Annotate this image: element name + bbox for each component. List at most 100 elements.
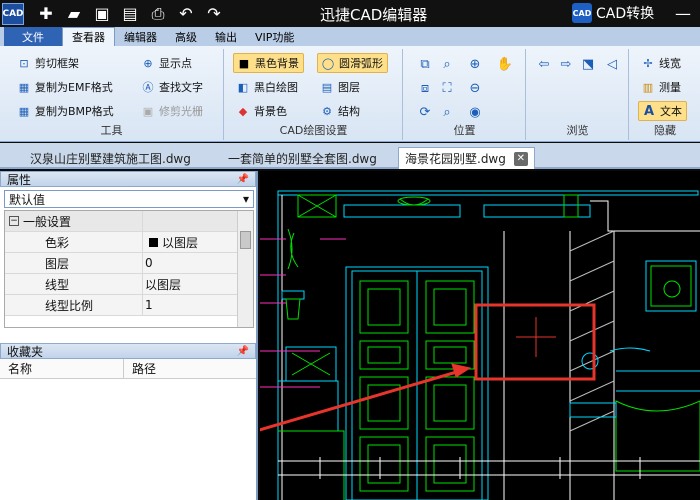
plant bbox=[287, 228, 299, 270]
pin-icon[interactable]: 📌 bbox=[237, 174, 249, 185]
bg-color-icon: ◆ bbox=[238, 104, 248, 118]
bw-drawing-button[interactable]: ◧ 黑白绘图 bbox=[235, 77, 298, 97]
measure-icon: ▥ bbox=[642, 80, 654, 94]
property-row[interactable]: 色彩 以图层 bbox=[5, 232, 253, 253]
cad-settings-group-label: CAD绘图设置 bbox=[279, 124, 348, 137]
minimize-button[interactable]: — bbox=[668, 2, 698, 24]
doc-tab-1[interactable]: 汉泉山庄别墅建筑施工图.dwg bbox=[24, 147, 197, 169]
show-point-button[interactable]: ⊕ 显示点 bbox=[140, 53, 192, 73]
category-label: 一般设置 bbox=[23, 214, 72, 229]
copy-bmp-button[interactable]: ▦ 复制为BMP格式 bbox=[16, 101, 114, 121]
copy-emf-button[interactable]: ▦ 复制为EMF格式 bbox=[16, 77, 113, 97]
position-group-label: 位置 bbox=[453, 124, 476, 137]
title-bar: CAD ✚ ▰ ▣ ▤ ⎙ ↶ ↷ 迅捷CAD编辑器 CAD CAD转换 — bbox=[0, 0, 700, 27]
property-name: 线型比例 bbox=[5, 295, 143, 315]
property-row[interactable]: 线型比例 1 bbox=[5, 295, 253, 316]
tools-group: ⊡ 剪切框架 ▦ 复制为EMF格式 ▦ 复制为BMP格式 ⊕ 显示点 Ⓐ 查找文字 ▣ 修剪… bbox=[0, 49, 224, 140]
undo-icon[interactable]: ↶ bbox=[176, 4, 196, 24]
drawing-canvas[interactable] bbox=[260, 171, 700, 500]
layers-button[interactable]: ▤ 图层 bbox=[319, 77, 360, 97]
line-width-button[interactable]: ✢ 线宽 bbox=[640, 53, 681, 73]
background-color-button[interactable]: ◆ 背景色 bbox=[235, 101, 287, 121]
zoom-in-icon[interactable]: ⊕ bbox=[466, 55, 484, 73]
navigate-icon[interactable]: ⬔ bbox=[579, 55, 597, 73]
structure-button[interactable]: ⚙ 结构 bbox=[319, 101, 360, 121]
smooth-arc-button[interactable]: ◯ 圆滑弧形 bbox=[317, 53, 388, 73]
close-tab-icon[interactable]: ✕ bbox=[513, 151, 528, 166]
cornice-line bbox=[277, 190, 699, 196]
property-row[interactable]: 图层 0 bbox=[5, 253, 253, 274]
wall-hatch bbox=[569, 230, 615, 432]
crosshair-icon: ⊕ bbox=[143, 56, 153, 70]
properties-scrollbar[interactable] bbox=[237, 211, 253, 327]
save-as-icon[interactable]: ▤ bbox=[120, 4, 140, 24]
fit-icon[interactable]: ⧈ bbox=[416, 79, 434, 97]
chevron-down-icon: ▾ bbox=[242, 192, 249, 206]
clip-frame-button[interactable]: ⊡ 剪切框架 bbox=[16, 53, 79, 73]
pan-window-icon[interactable]: ⧉ bbox=[416, 55, 434, 73]
doc-tab-3[interactable]: 海景花园别墅.dwg ✕ bbox=[398, 147, 535, 169]
category-row[interactable]: − 一般设置 bbox=[5, 211, 253, 232]
smooth-arc-icon: ◯ bbox=[321, 56, 335, 70]
tab-viewer[interactable]: 查看器 bbox=[62, 27, 115, 46]
column-name[interactable]: 名称 bbox=[0, 359, 124, 378]
text-button[interactable]: A 文本 bbox=[638, 101, 687, 121]
arrow-left-icon[interactable]: ⇦ bbox=[535, 55, 553, 73]
properties-grid: − 一般设置 色彩 以图层 图层 0 线型 以图层 线型比例 1 bbox=[4, 210, 254, 328]
cad-convert-button[interactable]: CAD CAD转换 bbox=[572, 3, 654, 23]
redo-icon[interactable]: ↷ bbox=[204, 4, 224, 24]
property-row[interactable]: 线型 以图层 bbox=[5, 274, 253, 295]
find-text-button[interactable]: Ⓐ 查找文字 bbox=[140, 77, 204, 97]
tab-output[interactable]: 输出 bbox=[206, 27, 246, 46]
cad-convert-label: CAD转换 bbox=[596, 6, 655, 22]
print-icon[interactable]: ⎙ bbox=[148, 4, 168, 24]
new-file-icon[interactable]: ✚ bbox=[36, 4, 56, 24]
trim-raster-icon: ▣ bbox=[142, 104, 154, 118]
save-icon[interactable]: ▣ bbox=[92, 4, 112, 24]
dimension-lines bbox=[260, 238, 346, 388]
extents-icon[interactable]: ⛶ bbox=[438, 79, 456, 97]
zoom-previous-icon[interactable]: ⌕ bbox=[438, 103, 456, 121]
hand-pan-icon[interactable]: ✋ bbox=[496, 55, 514, 73]
zoom-window-icon[interactable]: ⌕ bbox=[438, 55, 456, 73]
property-name: 线型 bbox=[5, 274, 143, 294]
doc-tab-2[interactable]: 一套简单的别墅全套图.dwg bbox=[222, 147, 383, 169]
quick-access-toolbar: ✚ ▰ ▣ ▤ ⎙ ↶ ↷ bbox=[36, 4, 224, 24]
vase bbox=[285, 298, 301, 320]
emf-icon: ▦ bbox=[18, 80, 30, 94]
favorites-header: 收藏夹 📌 bbox=[0, 343, 256, 359]
hide-group-label: 隐藏 bbox=[654, 124, 676, 137]
rotate-icon[interactable]: ⟳ bbox=[416, 103, 434, 121]
find-text-icon: Ⓐ bbox=[142, 81, 154, 94]
tab-editor[interactable]: 编辑器 bbox=[115, 27, 166, 46]
trim-raster-button[interactable]: ▣ 修剪光栅 bbox=[140, 101, 203, 121]
browse-group: ⇦ ⇨ ⬔ ◁ 浏览 bbox=[527, 49, 629, 140]
tab-advanced[interactable]: 高级 bbox=[166, 27, 206, 46]
black-bg-icon: ■ bbox=[238, 56, 250, 70]
file-menu[interactable]: 文件 bbox=[4, 27, 62, 46]
collapse-icon[interactable]: − bbox=[9, 216, 19, 226]
black-background-button[interactable]: ■ 黑色背景 bbox=[233, 53, 304, 73]
column-path[interactable]: 路径 bbox=[124, 359, 156, 378]
back-icon[interactable]: ◁ bbox=[603, 55, 621, 73]
bw-drawing-icon: ◧ bbox=[237, 80, 249, 94]
cad-convert-icon: CAD bbox=[572, 3, 592, 23]
layers-icon: ▤ bbox=[321, 80, 333, 94]
measure-button[interactable]: ▥ 测量 bbox=[640, 77, 681, 97]
tab-vip[interactable]: VIP功能 bbox=[246, 27, 303, 46]
pin-icon[interactable]: 📌 bbox=[237, 346, 249, 357]
open-folder-icon[interactable]: ▰ bbox=[64, 4, 84, 24]
favorites-panel: 收藏夹 📌 名称 路径 bbox=[0, 343, 256, 379]
app-logo-icon: CAD bbox=[2, 2, 24, 25]
color-swatch bbox=[149, 237, 158, 247]
wall-picture bbox=[645, 260, 697, 312]
arrow-right-icon[interactable]: ⇨ bbox=[557, 55, 575, 73]
properties-title: 属性 bbox=[7, 172, 32, 187]
properties-selector[interactable]: 默认值 ▾ bbox=[4, 190, 254, 208]
zoom-options-icon[interactable]: ◉ bbox=[466, 103, 484, 121]
properties-header: 属性 📌 bbox=[0, 171, 256, 187]
property-name: 色彩 bbox=[5, 232, 143, 252]
hide-group: ✢ 线宽 ▥ 测量 A 文本 隐藏 bbox=[630, 49, 700, 140]
scrollbar-thumb[interactable] bbox=[240, 231, 251, 249]
zoom-out-icon[interactable]: ⊖ bbox=[466, 79, 484, 97]
